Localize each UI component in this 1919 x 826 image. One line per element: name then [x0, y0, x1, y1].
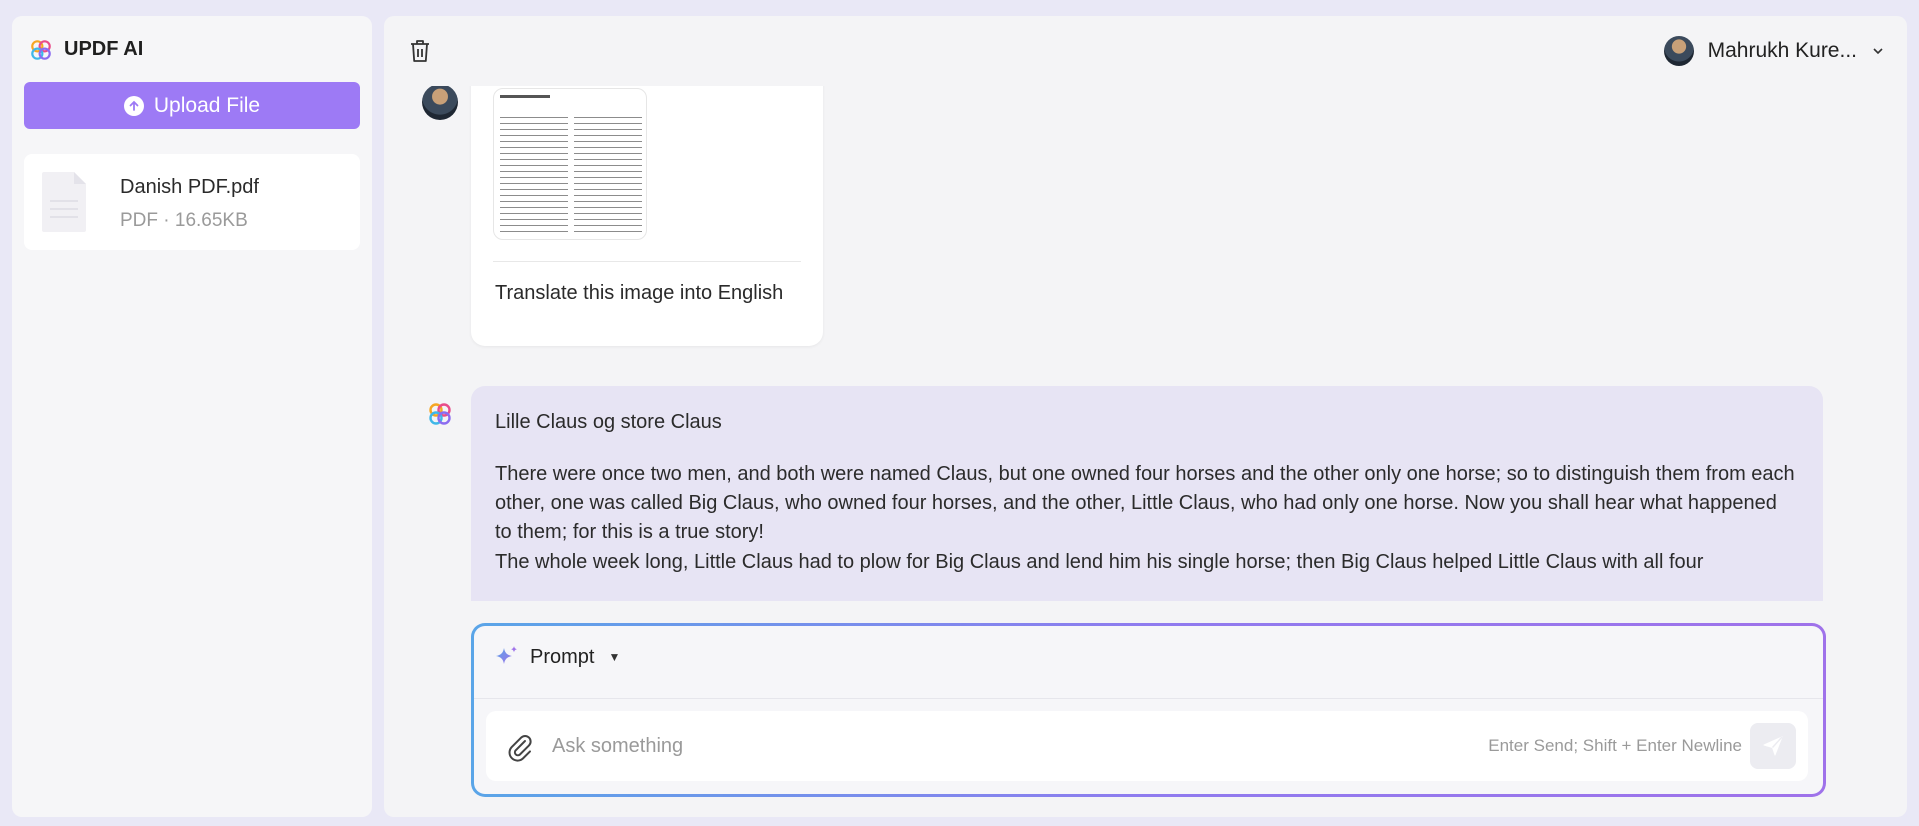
user-message-bubble: Translate this image into English — [471, 86, 823, 346]
chat-panel: Mahrukh Kure... Translate this image int… — [384, 16, 1907, 817]
pdf-file-icon — [42, 172, 86, 232]
input-box: Enter Send; Shift + Enter Newline — [486, 711, 1808, 781]
updf-logo-icon — [31, 39, 51, 60]
send-icon — [1763, 736, 1783, 756]
send-button[interactable] — [1750, 723, 1796, 769]
ai-message-title: Lille Claus og store Claus — [495, 411, 722, 433]
app-name: UPDF AI — [64, 38, 144, 60]
file-meta: PDF · 16.65KB — [120, 210, 248, 231]
user-menu[interactable]: Mahrukh Kure... — [1663, 36, 1885, 66]
caret-down-icon: ▼ — [608, 650, 621, 664]
paperclip-icon[interactable] — [506, 732, 532, 762]
divider — [474, 698, 1823, 699]
user-message-avatar — [422, 86, 458, 120]
prompt-mode-dropdown[interactable]: Prompt ▼ — [494, 644, 620, 670]
composer: Prompt ▼ Enter Send; Shift + Enter Newli… — [471, 623, 1826, 797]
upload-file-label: Upload File — [153, 93, 261, 117]
chevron-down-icon — [1873, 48, 1883, 55]
chat-thread[interactable]: Translate this image into English Lille … — [384, 86, 1907, 601]
ai-message-bubble: Lille Claus og store Claus There were on… — [471, 386, 1823, 601]
divider — [493, 261, 801, 262]
keyboard-hint: Enter Send; Shift + Enter Newline — [1488, 736, 1742, 755]
upload-arrow-icon — [123, 95, 144, 116]
sidebar: UPDF AI Upload File Danish PDF.pdf PDF ·… — [12, 16, 372, 817]
user-name: Mahrukh Kure... — [1707, 39, 1857, 62]
ai-message-paragraph: The whole week long, Little Claus had to… — [495, 551, 1704, 573]
user-message-text: Translate this image into English — [495, 282, 784, 304]
file-list-item[interactable]: Danish PDF.pdf PDF · 16.65KB — [24, 154, 360, 250]
upload-file-button[interactable]: Upload File — [24, 82, 360, 129]
brand: UPDF AI — [30, 38, 143, 61]
trash-icon[interactable] — [408, 38, 432, 64]
ai-avatar-icon — [429, 403, 451, 425]
prompt-mode-label: Prompt — [530, 645, 595, 668]
file-name: Danish PDF.pdf — [120, 176, 259, 198]
ai-message-paragraph: There were once two men, and both were n… — [495, 463, 1795, 543]
attached-image-thumbnail[interactable] — [493, 88, 647, 240]
avatar — [1663, 36, 1694, 66]
ask-input[interactable] — [550, 725, 1254, 767]
sparkle-icon — [496, 646, 517, 664]
